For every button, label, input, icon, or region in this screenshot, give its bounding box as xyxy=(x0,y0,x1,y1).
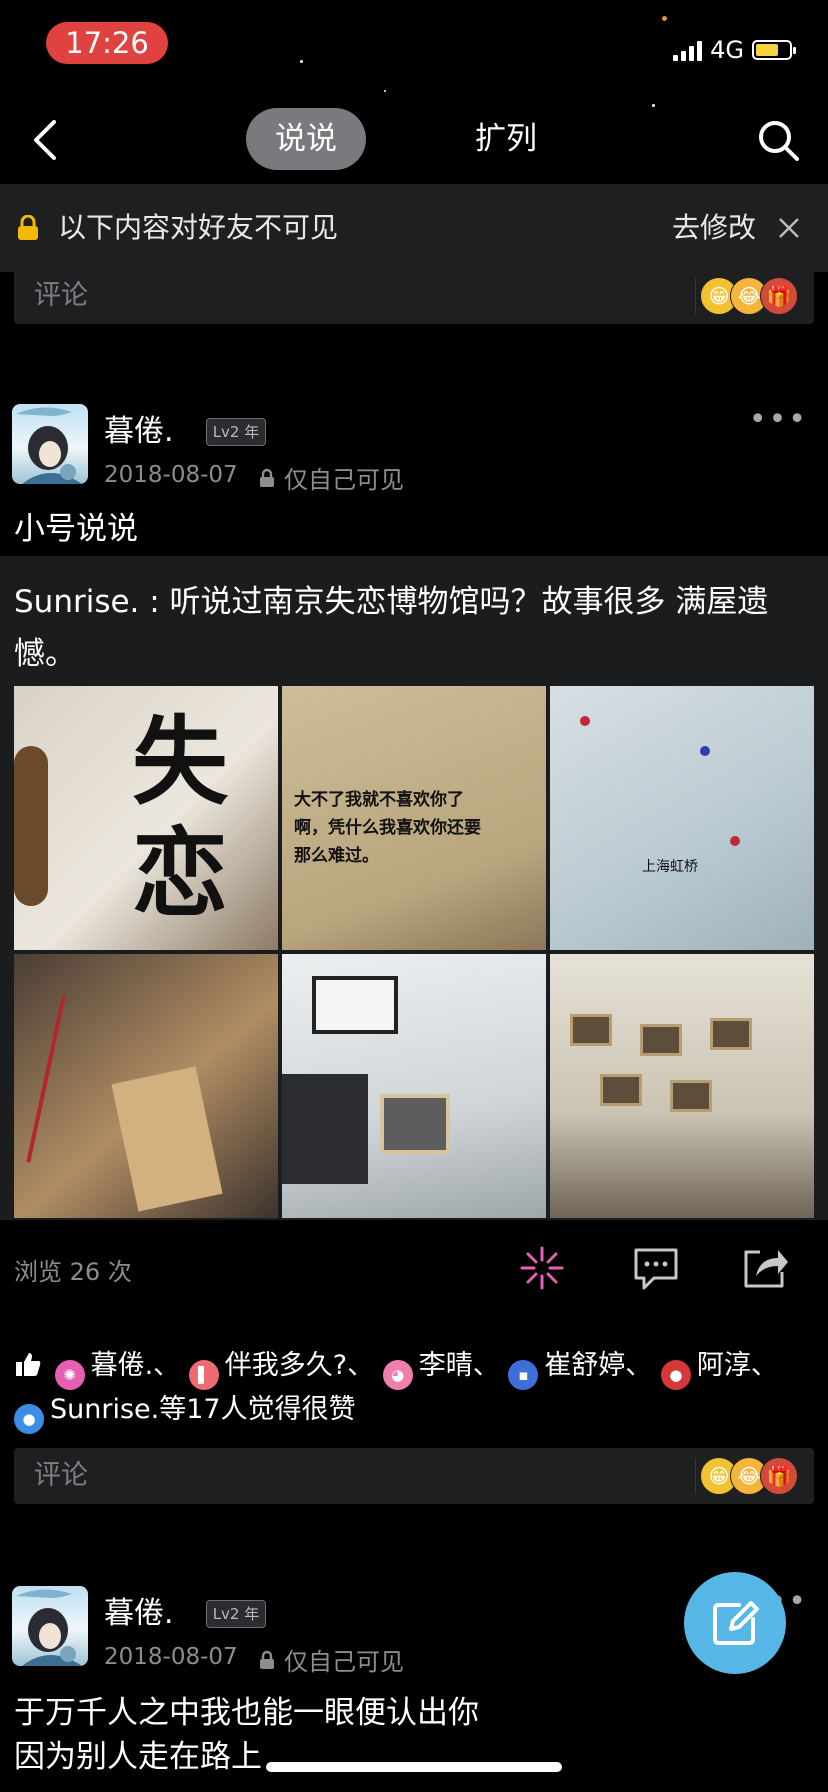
photo-5[interactable] xyxy=(282,954,546,1218)
status-indicators: 4G xyxy=(673,34,796,66)
liker-avatar[interactable]: ✺ xyxy=(54,1360,85,1390)
photo-6[interactable] xyxy=(550,954,814,1218)
likes-summary[interactable]: Sunrise.等17人觉得很赞 xyxy=(50,1394,356,1425)
liker-avatar[interactable]: ▌ xyxy=(188,1360,219,1390)
post-username[interactable]: 暮倦. xyxy=(104,406,174,450)
level-suffix: 年 xyxy=(244,1605,260,1623)
likes-line-2: ● Sunrise.等17人觉得很赞 xyxy=(14,1390,814,1434)
post-privacy: 仅自己可见 xyxy=(258,1642,404,1677)
back-arrow-icon[interactable] xyxy=(28,118,64,162)
post-username[interactable]: 暮倦. xyxy=(104,1588,174,1632)
post-date: 2018-08-07 xyxy=(104,462,238,488)
level-text: Lv2 xyxy=(212,1605,240,1623)
lock-icon xyxy=(260,468,274,487)
post-text-line: 因为别人走在路上 xyxy=(14,1739,262,1775)
comment-icon[interactable] xyxy=(632,1244,680,1292)
comment-input[interactable]: 评论 😁 😂 🎁 xyxy=(14,268,814,324)
edit-icon xyxy=(713,1601,759,1645)
gift-emoji-icon[interactable]: 🎁 xyxy=(760,277,798,315)
liker-name[interactable]: 暮倦.、 xyxy=(91,1350,181,1381)
status-time: 17:26 xyxy=(46,22,168,64)
shared-text: Sunrise. : 听说过南京失恋博物馆吗？故事很多 满屋遗憾。 xyxy=(14,584,769,672)
lock-icon xyxy=(260,1650,274,1669)
divider xyxy=(695,1458,696,1494)
post-text: 小号说说 xyxy=(14,511,138,547)
network-label: 4G xyxy=(710,36,744,64)
level-badge: Lv2 年 xyxy=(206,418,266,446)
photo-1-caption: 失恋 xyxy=(132,705,228,930)
liker-name[interactable]: 伴我多久?、 xyxy=(225,1350,374,1381)
liker-avatar[interactable]: ● xyxy=(660,1360,691,1390)
avatar[interactable] xyxy=(12,404,88,484)
comment-placeholder: 评论 xyxy=(34,280,88,311)
battery-icon xyxy=(752,40,796,60)
close-icon[interactable] xyxy=(778,217,800,239)
level-text: Lv2 xyxy=(212,423,240,441)
banner-message: 以下内容对好友不可见 xyxy=(58,211,339,244)
compose-button[interactable] xyxy=(684,1572,786,1674)
likes-list: ✺ 暮倦.、 ▌ 伴我多久?、 ◕ 李晴、 ▪ 崔舒婷、 ● 阿淳、 ● Sunrise.等… xyxy=(14,1346,814,1434)
more-icon[interactable]: ••• xyxy=(749,402,808,437)
lock-icon xyxy=(16,214,40,241)
post-privacy: 仅自己可见 xyxy=(258,460,404,495)
thumbs-up-icon xyxy=(16,1353,41,1376)
tab-shuoshuo[interactable]: 说说 xyxy=(246,108,366,170)
likes-line-1: ✺ 暮倦.、 ▌ 伴我多久?、 ◕ 李晴、 ▪ 崔舒婷、 ● 阿淳、 xyxy=(14,1346,814,1390)
photo-3[interactable]: 上海虹桥 xyxy=(550,686,814,950)
signal-icon xyxy=(673,39,703,61)
privacy-label: 仅自己可见 xyxy=(284,1648,404,1676)
liker-name[interactable]: 阿淳、 xyxy=(697,1350,778,1381)
comment-placeholder: 评论 xyxy=(34,1460,88,1491)
avatar[interactable] xyxy=(12,1586,88,1666)
view-count: 浏览 26 次 xyxy=(14,1258,132,1286)
photo-2-caption: 大不了我就不喜欢你了啊，凭什么我喜欢你还要那么难过。 xyxy=(294,790,481,866)
comment-input[interactable]: 评论 😁 😂 🎁 xyxy=(14,1448,814,1504)
quick-emoji-group[interactable]: 😁 😂 🎁 xyxy=(700,277,798,315)
liker-avatar[interactable]: ◕ xyxy=(382,1360,413,1390)
liker-avatar[interactable]: ▪ xyxy=(508,1360,539,1390)
level-badge: Lv2 年 xyxy=(206,1600,266,1628)
liker-name[interactable]: 崔舒婷、 xyxy=(544,1350,652,1381)
home-indicator[interactable] xyxy=(266,1762,562,1772)
photo-3-caption: 上海虹桥 xyxy=(642,859,698,875)
level-suffix: 年 xyxy=(244,423,260,441)
privacy-label: 仅自己可见 xyxy=(284,466,404,494)
photo-grid: 失恋 大不了我就不喜欢你了啊，凭什么我喜欢你还要那么难过。 上海虹桥 xyxy=(14,686,814,1218)
liker-name[interactable]: 李晴、 xyxy=(419,1350,500,1381)
search-icon[interactable] xyxy=(756,118,802,164)
share-icon[interactable] xyxy=(742,1244,790,1292)
photo-4[interactable] xyxy=(14,954,278,1218)
quick-emoji-group[interactable]: 😁 😂 🎁 xyxy=(700,1457,798,1495)
banner-edit-link[interactable]: 去修改 xyxy=(672,206,756,250)
post-date: 2018-08-07 xyxy=(104,1644,238,1670)
post-text-line: 于万千人之中我也能一眼便认出你 xyxy=(14,1695,479,1731)
photo-2[interactable]: 大不了我就不喜欢你了啊，凭什么我喜欢你还要那么难过。 xyxy=(282,686,546,950)
firework-icon[interactable] xyxy=(518,1244,566,1292)
divider xyxy=(695,278,696,314)
liker-avatar[interactable]: ● xyxy=(14,1404,44,1434)
gift-emoji-icon[interactable]: 🎁 xyxy=(760,1457,798,1495)
photo-1[interactable]: 失恋 xyxy=(14,686,278,950)
tab-kuolie[interactable]: 扩列 xyxy=(454,108,558,170)
